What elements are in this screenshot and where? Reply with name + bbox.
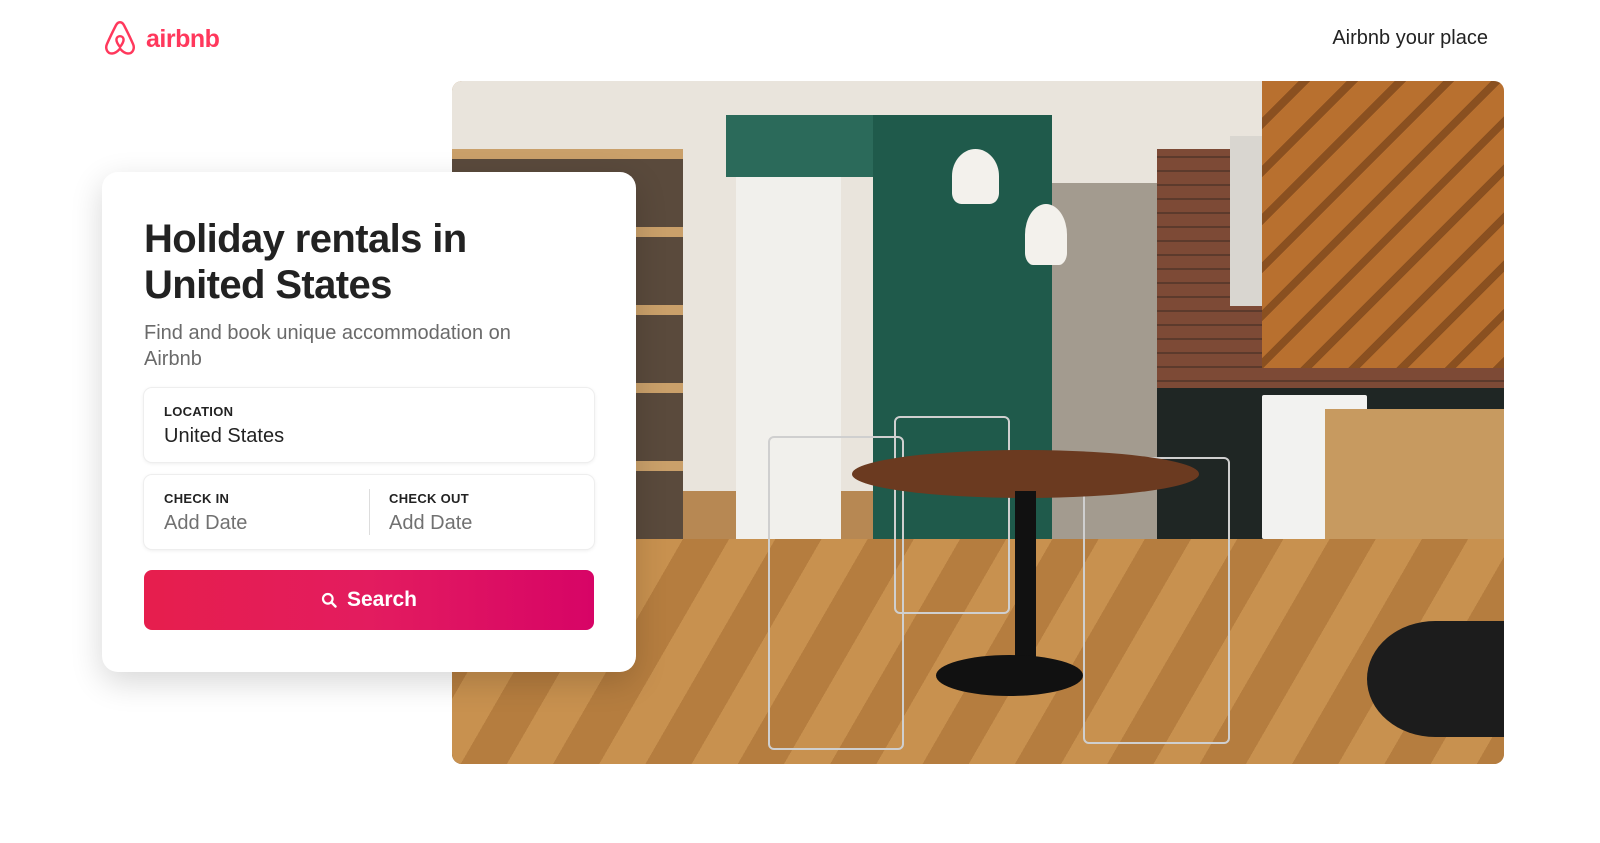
check-in-field[interactable]: CHECK IN Add Date bbox=[144, 475, 369, 549]
check-out-field[interactable]: CHECK OUT Add Date bbox=[369, 475, 594, 549]
hero-pendant-lamp bbox=[951, 149, 1000, 204]
page-title: Holiday rentals in United States bbox=[144, 217, 467, 307]
hero-table-base bbox=[935, 654, 1084, 696]
check-in-placeholder[interactable]: Add Date bbox=[164, 512, 349, 535]
hero-side-table bbox=[1367, 620, 1504, 737]
airbnb-your-place-link[interactable]: Airbnb your place bbox=[1332, 27, 1488, 50]
search-button[interactable]: Search bbox=[144, 570, 594, 630]
page-subtitle: Find and book unique accommodation on Ai… bbox=[144, 322, 511, 370]
check-in-label: CHECK IN bbox=[164, 491, 230, 506]
brand-name: airbnb bbox=[146, 24, 220, 53]
date-fields: CHECK IN Add Date CHECK OUT Add Date bbox=[144, 475, 594, 549]
hero-staircase bbox=[1262, 81, 1504, 368]
airbnb-logo-icon bbox=[105, 21, 135, 55]
location-label: LOCATION bbox=[164, 404, 234, 419]
hero-wire-chair bbox=[1083, 456, 1231, 744]
hero-pendant-lamp bbox=[1025, 203, 1068, 266]
search-card: Holiday rentals in United States Find an… bbox=[102, 172, 636, 672]
airbnb-logo[interactable]: airbnb bbox=[102, 20, 220, 58]
hero-wire-chair bbox=[893, 415, 1010, 614]
hero-table-leg bbox=[1014, 490, 1036, 669]
search-button-label: Search bbox=[346, 588, 418, 611]
location-field[interactable]: LOCATION United States bbox=[144, 388, 594, 462]
location-value[interactable]: United States bbox=[164, 425, 574, 448]
hero-green-cabinet-top bbox=[725, 115, 873, 177]
check-out-label: CHECK OUT bbox=[389, 491, 469, 506]
check-out-placeholder[interactable]: Add Date bbox=[389, 512, 574, 535]
landing-page: airbnb Airbnb your place Holiday rentals… bbox=[0, 0, 1600, 843]
search-icon bbox=[321, 592, 337, 608]
